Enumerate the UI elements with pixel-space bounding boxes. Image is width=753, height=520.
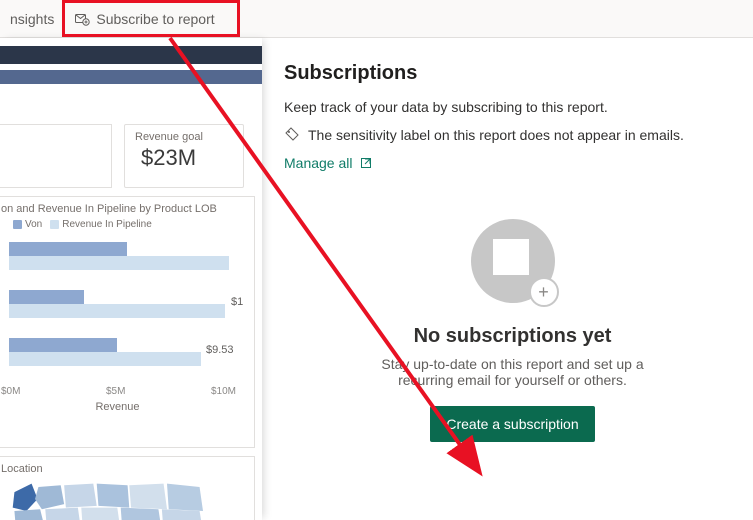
x-axis-ticks: $0M $5M $10M — [0, 386, 246, 397]
chart-title: on and Revenue In Pipeline by Product LO… — [0, 203, 246, 215]
map-visual-card[interactable]: Location — [0, 456, 255, 520]
report-canvas: Revenue goal $23M on and Revenue In Pipe… — [0, 38, 262, 520]
bar-value-label-1: $1 — [231, 296, 243, 308]
sensitivity-text: The sensitivity label on this report doe… — [308, 127, 684, 143]
manage-all-label: Manage all — [284, 155, 353, 171]
empty-state: + No subscriptions yet Stay up-to-date o… — [284, 219, 741, 442]
plus-icon: + — [529, 277, 559, 307]
kpi-value: $23M — [135, 145, 233, 171]
report-header-mid-band — [0, 70, 262, 84]
panel-subtext: Keep track of your data by subscribing t… — [284, 99, 741, 115]
bar-row-1 — [0, 242, 246, 272]
empty-state-heading: No subscriptions yet — [414, 325, 612, 348]
x-axis-label: Revenue — [0, 401, 246, 413]
subscribe-icon — [74, 11, 90, 27]
tag-icon — [284, 127, 300, 143]
legend-won: Von — [25, 219, 42, 230]
empty-state-body: Stay up-to-date on this report and set u… — [353, 356, 673, 388]
bar-value-label-2: $9.53 — [206, 344, 234, 356]
bar-chart-card[interactable]: on and Revenue In Pipeline by Product LO… — [0, 196, 255, 448]
bar-row-2: $1 — [0, 290, 246, 320]
manage-all-link[interactable]: Manage all — [284, 155, 373, 171]
external-link-icon — [359, 156, 373, 170]
kpi-label: Revenue goal — [135, 131, 233, 143]
bar-row-3: $9.53 — [0, 338, 246, 368]
panel-heading: Subscriptions — [284, 62, 741, 85]
legend-pipeline: Revenue In Pipeline — [62, 219, 152, 230]
empty-state-illustration: + — [471, 219, 555, 303]
toolbar-item-insights[interactable]: nsights — [0, 5, 64, 33]
report-header-dark-band — [0, 46, 262, 64]
chart-legend: Von Revenue In Pipeline — [0, 219, 246, 230]
create-subscription-button[interactable]: Create a subscription — [430, 406, 594, 442]
subscriptions-panel: Subscriptions Keep track of your data by… — [278, 38, 753, 520]
subscribe-to-report-button[interactable]: Subscribe to report — [64, 7, 224, 31]
map-title: Location — [0, 463, 246, 475]
kpi-card-revenue-goal[interactable]: Revenue goal $23M — [124, 124, 244, 188]
kpi-card-partial — [0, 124, 112, 188]
subscribe-label: Subscribe to report — [96, 11, 214, 27]
map-visual — [0, 475, 249, 520]
